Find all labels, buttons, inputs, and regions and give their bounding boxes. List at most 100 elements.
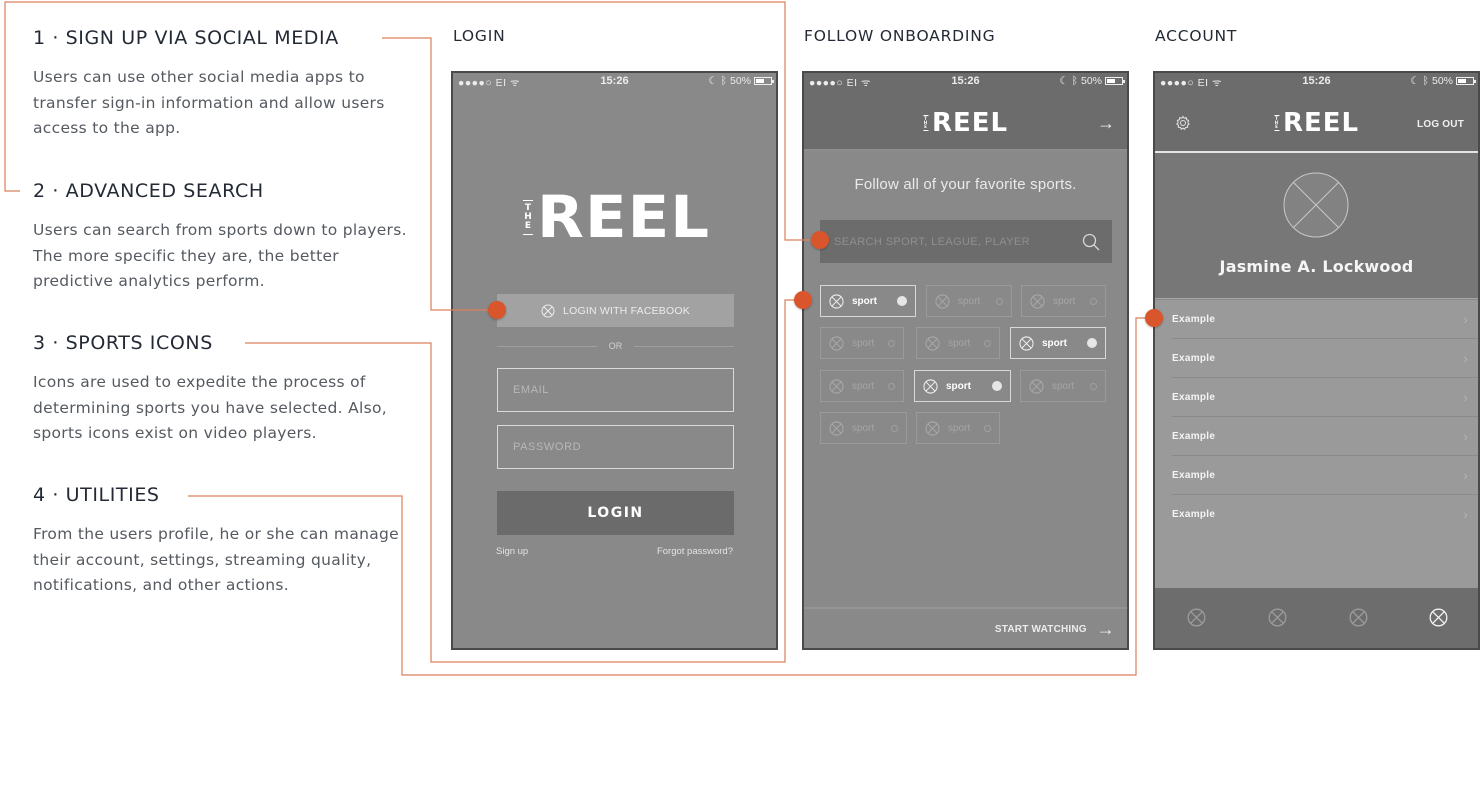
sport-icon bbox=[923, 378, 938, 394]
arrow-right-icon: → bbox=[1096, 619, 1115, 639]
battery-icon bbox=[1105, 77, 1125, 85]
unselected-indicator bbox=[984, 424, 991, 432]
chevron-right-icon: › bbox=[1463, 467, 1468, 483]
sport-icon bbox=[829, 293, 844, 309]
logo-reel: REEL bbox=[1282, 108, 1360, 138]
sport-chip[interactable]: sport bbox=[1020, 370, 1106, 402]
forgot-password-link[interactable]: Forgot password? bbox=[657, 546, 733, 557]
annotation-heading: 1 · SIGN UP VIA SOCIAL MEDIA bbox=[33, 27, 339, 49]
sport-icon bbox=[1029, 378, 1044, 394]
screen-title-login: LOGIN bbox=[453, 27, 506, 45]
start-watching-button[interactable]: START WATCHING → bbox=[995, 619, 1115, 640]
sport-chip[interactable]: sport bbox=[820, 412, 907, 444]
annotation-marker-2 bbox=[811, 231, 829, 249]
log-out-button[interactable]: LOG OUT bbox=[1417, 119, 1464, 130]
search-icon[interactable] bbox=[1082, 233, 1100, 251]
status-right: ☾ ᛒ 50% bbox=[1059, 75, 1125, 87]
status-bar: ●●●●○ EI ᯤ 15:26 ☾ ᛒ 50% bbox=[453, 73, 776, 91]
tab-item[interactable] bbox=[1349, 608, 1368, 632]
moon-icon: ☾ bbox=[1410, 75, 1420, 87]
sport-chip-label: sport bbox=[948, 422, 971, 434]
settings-gear-icon[interactable] bbox=[1175, 115, 1191, 131]
sport-chip[interactable]: sport bbox=[916, 327, 1000, 359]
sport-chip[interactable]: sport bbox=[820, 285, 916, 317]
screen-title-account: ACCOUNT bbox=[1155, 27, 1238, 45]
start-watching-label: START WATCHING bbox=[994, 624, 1087, 635]
menu-item-label: Example bbox=[1172, 391, 1216, 403]
annotation-sports-icons: 3 · SPORTS ICONS Icons are used to exped… bbox=[33, 332, 413, 447]
account-menu-item[interactable]: Example › bbox=[1172, 378, 1478, 417]
sport-chip-label: sport bbox=[852, 380, 875, 392]
sport-chip[interactable]: sport bbox=[1021, 285, 1106, 317]
battery-icon bbox=[754, 77, 774, 85]
menu-item-label: Example bbox=[1172, 509, 1216, 520]
annotation-heading: 4 · UTILITIES bbox=[33, 484, 160, 506]
annotation-utilities: 4 · UTILITIES From the users profile, he… bbox=[33, 484, 413, 599]
status-bar: ●●●●○ EI ᯤ 15:26 ☾ ᛒ 50% bbox=[804, 73, 1127, 91]
sport-chip[interactable]: sport bbox=[820, 370, 904, 402]
sport-chip[interactable]: sport bbox=[1010, 327, 1106, 359]
logo-the: THE bbox=[1273, 115, 1279, 131]
battery-percent: 50% bbox=[1431, 75, 1453, 87]
follow-title: Follow all of your favorite sports. bbox=[854, 176, 1077, 193]
follow-footer: START WATCHING → bbox=[804, 607, 1127, 648]
bluetooth-icon: ᛒ bbox=[1071, 75, 1078, 87]
annotation-body: Icons are used to expedite the process o… bbox=[33, 373, 388, 442]
sport-chip-label: sport bbox=[852, 295, 877, 307]
annotation-body: From the users profile, he or she can ma… bbox=[33, 525, 400, 594]
sport-chip[interactable]: sport bbox=[926, 285, 1012, 317]
sport-icon bbox=[829, 378, 844, 394]
avatar[interactable] bbox=[1283, 172, 1349, 238]
annotation-heading: 2 · ADVANCED SEARCH bbox=[33, 180, 264, 202]
password-field[interactable]: PASSWORD bbox=[497, 425, 734, 469]
account-menu-item[interactable]: Example › bbox=[1172, 339, 1478, 378]
next-arrow-icon[interactable]: → bbox=[1097, 113, 1115, 134]
tab-icon bbox=[1187, 608, 1206, 627]
tab-icon bbox=[1268, 608, 1287, 627]
logo-reel: REEL bbox=[537, 183, 711, 251]
divider-line bbox=[634, 345, 734, 347]
sport-chip-label: sport bbox=[1053, 295, 1076, 307]
login-with-facebook-button[interactable]: LOGIN WITH FACEBOOK bbox=[497, 294, 734, 327]
annotation-marker-4 bbox=[1145, 309, 1163, 327]
tab-item[interactable] bbox=[1268, 608, 1287, 632]
account-menu-item[interactable]: Example › bbox=[1172, 495, 1478, 534]
sport-chip[interactable]: sport bbox=[820, 327, 904, 359]
account-menu-item[interactable]: Example › bbox=[1172, 300, 1478, 339]
chevron-right-icon: › bbox=[1463, 428, 1468, 444]
sport-chip-label: sport bbox=[948, 337, 971, 349]
profile-section: Jasmine A. Lockwood bbox=[1155, 153, 1478, 299]
menu-item-label: Example bbox=[1172, 352, 1216, 364]
sport-icon bbox=[1030, 293, 1045, 309]
account-menu-item[interactable]: Example › bbox=[1172, 417, 1478, 456]
annotation-heading: 3 · SPORTS ICONS bbox=[33, 332, 213, 354]
selected-indicator bbox=[897, 296, 907, 306]
app-logo: THE REEL bbox=[523, 188, 709, 246]
unselected-indicator bbox=[1090, 382, 1097, 390]
unselected-indicator bbox=[1090, 297, 1097, 305]
chevron-right-icon: › bbox=[1463, 389, 1468, 405]
sport-chip-label: sport bbox=[1042, 337, 1067, 349]
email-field[interactable]: EMAIL bbox=[497, 368, 734, 412]
battery-percent: 50% bbox=[1080, 75, 1102, 87]
battery-icon bbox=[1456, 77, 1476, 85]
account-menu-item[interactable]: Example › bbox=[1172, 456, 1478, 495]
sport-chip[interactable]: sport bbox=[916, 412, 1000, 444]
divider-line bbox=[497, 345, 597, 347]
unselected-indicator bbox=[984, 339, 991, 347]
sport-chip[interactable]: sport bbox=[914, 370, 1011, 402]
sign-up-link[interactable]: Sign up bbox=[496, 546, 528, 557]
tab-item-active[interactable] bbox=[1429, 608, 1448, 632]
search-placeholder: SEARCH SPORT, LEAGUE, PLAYER bbox=[834, 235, 1031, 248]
battery-percent: 50% bbox=[729, 75, 751, 87]
login-button[interactable]: LOGIN bbox=[497, 491, 734, 535]
status-bar: ●●●●○ EI ᯤ 15:26 ☾ ᛒ 50% bbox=[1155, 73, 1478, 91]
sport-chip-label: sport bbox=[946, 380, 971, 392]
sport-search-input[interactable]: SEARCH SPORT, LEAGUE, PLAYER bbox=[820, 220, 1112, 263]
logo-reel: REEL bbox=[931, 108, 1009, 138]
facebook-icon bbox=[541, 304, 555, 317]
follow-onboarding-screen: THE REEL → ●●●●○ EI ᯤ 15:26 ☾ ᛒ 50% Follow… bbox=[802, 71, 1129, 650]
chevron-right-icon: › bbox=[1463, 507, 1468, 522]
tab-item[interactable] bbox=[1187, 608, 1206, 632]
sport-chip-label: sport bbox=[1052, 380, 1075, 392]
